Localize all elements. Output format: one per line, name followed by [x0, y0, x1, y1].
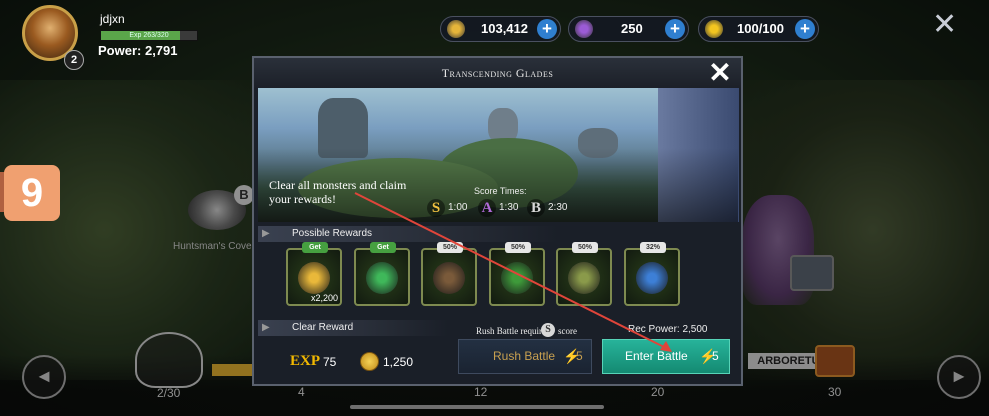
score-time-value: 1:00	[448, 202, 468, 213]
blue-rune-icon	[636, 262, 668, 294]
stage-modal: Transcending Glades ✕ Clear all monsters…	[252, 56, 743, 386]
exp-label: EXP	[290, 353, 320, 369]
modal-title: Transcending Glades	[441, 66, 554, 80]
possible-rewards-label: Possible Rewards	[292, 228, 373, 239]
rush-requirement-text: Rush Battle requires	[476, 326, 550, 336]
lightning-icon: ⚡	[563, 348, 581, 364]
power-value: 2,791	[144, 43, 178, 58]
rush-requirement-suffix: score	[558, 326, 577, 336]
score-times-label: Score Times:	[474, 186, 527, 196]
grade-s-icon: S	[541, 323, 555, 337]
reward-chance-badge: 50%	[437, 242, 463, 253]
score-time-value: 2:30	[548, 202, 568, 213]
purple-gem-icon	[575, 20, 593, 38]
clear-reward-gold: 1,250	[383, 355, 414, 369]
clear-reward-exp: 75	[323, 355, 337, 369]
enter-battle-cost: 5	[712, 349, 719, 363]
score-time-value: 1:30	[499, 202, 519, 213]
add-gems-button[interactable]: +	[665, 19, 685, 39]
clear-reward-label: Clear Reward	[292, 322, 354, 333]
reward-item[interactable]: 32%	[624, 242, 680, 306]
rush-battle-cost: 5	[576, 349, 583, 363]
reward-item[interactable]: Get	[354, 242, 410, 306]
reward-chance-badge: 50%	[505, 242, 531, 253]
exp-bar-text: Exp 263/320	[129, 32, 169, 39]
reward-item[interactable]: 50%	[556, 242, 612, 306]
boots-icon	[433, 262, 465, 294]
player-power: Power: 2,791	[98, 43, 178, 58]
grade-b-icon: B	[527, 199, 545, 217]
add-stamina-button[interactable]: +	[795, 19, 815, 39]
reward-chance-badge: 32%	[640, 242, 666, 253]
reward-chance-badge: Get	[370, 242, 396, 253]
ring-icon	[568, 262, 600, 294]
gold-resource: 103,412 +	[440, 16, 561, 42]
close-icon[interactable]: ✕	[702, 58, 738, 88]
lightning-icon: ⚡	[699, 348, 717, 364]
coin-icon	[360, 352, 379, 371]
stage-description: Clear all monsters and claim your reward…	[269, 178, 407, 206]
reward-item[interactable]: Get x2,200	[286, 242, 342, 306]
enter-battle-button[interactable]: Enter Battle ⚡ 5	[602, 339, 730, 374]
gem-value: 250	[621, 21, 643, 36]
section-arrow-icon: ▶	[262, 228, 270, 239]
step-number-badge: 9	[4, 165, 60, 221]
grade-a-icon: A	[478, 199, 496, 217]
power-label: Power:	[98, 43, 142, 58]
stamina-value: 100/100	[737, 21, 784, 36]
reward-quantity: x2,200	[310, 293, 338, 303]
recommended-power: Rec Power: 2,500	[628, 324, 708, 335]
grade-s-icon: S	[427, 199, 445, 217]
lightning-icon	[705, 20, 723, 38]
enter-battle-label: Enter Battle	[625, 349, 688, 363]
player-name: jdjxn	[100, 12, 125, 26]
reward-chance-badge: Get	[302, 242, 328, 253]
amulet-icon	[501, 262, 533, 294]
add-gold-button[interactable]: +	[537, 19, 557, 39]
stage-banner-image: Clear all monsters and claim your reward…	[258, 88, 739, 222]
reward-item[interactable]: 50%	[489, 242, 545, 306]
stamina-resource: 100/100 +	[698, 16, 819, 42]
clear-reward-header: ▶ Clear Reward	[258, 320, 448, 336]
gold-coin-icon	[298, 262, 330, 294]
green-gem-icon	[366, 262, 398, 294]
close-map-icon[interactable]: ✕	[932, 10, 957, 40]
reward-item[interactable]: 50%	[421, 242, 477, 306]
rush-battle-button[interactable]: Rush Battle ⚡ 5	[458, 339, 592, 374]
reward-chance-badge: 50%	[572, 242, 598, 253]
player-level-badge: 2	[64, 50, 84, 70]
gem-resource: 250 +	[568, 16, 689, 42]
coin-icon	[447, 20, 465, 38]
gold-value: 103,412	[481, 21, 528, 36]
rush-battle-label: Rush Battle	[493, 349, 556, 363]
exp-bar: Exp 263/320	[100, 30, 198, 41]
section-arrow-icon: ▶	[262, 322, 270, 333]
possible-rewards-header: ▶ Possible Rewards	[258, 226, 558, 242]
